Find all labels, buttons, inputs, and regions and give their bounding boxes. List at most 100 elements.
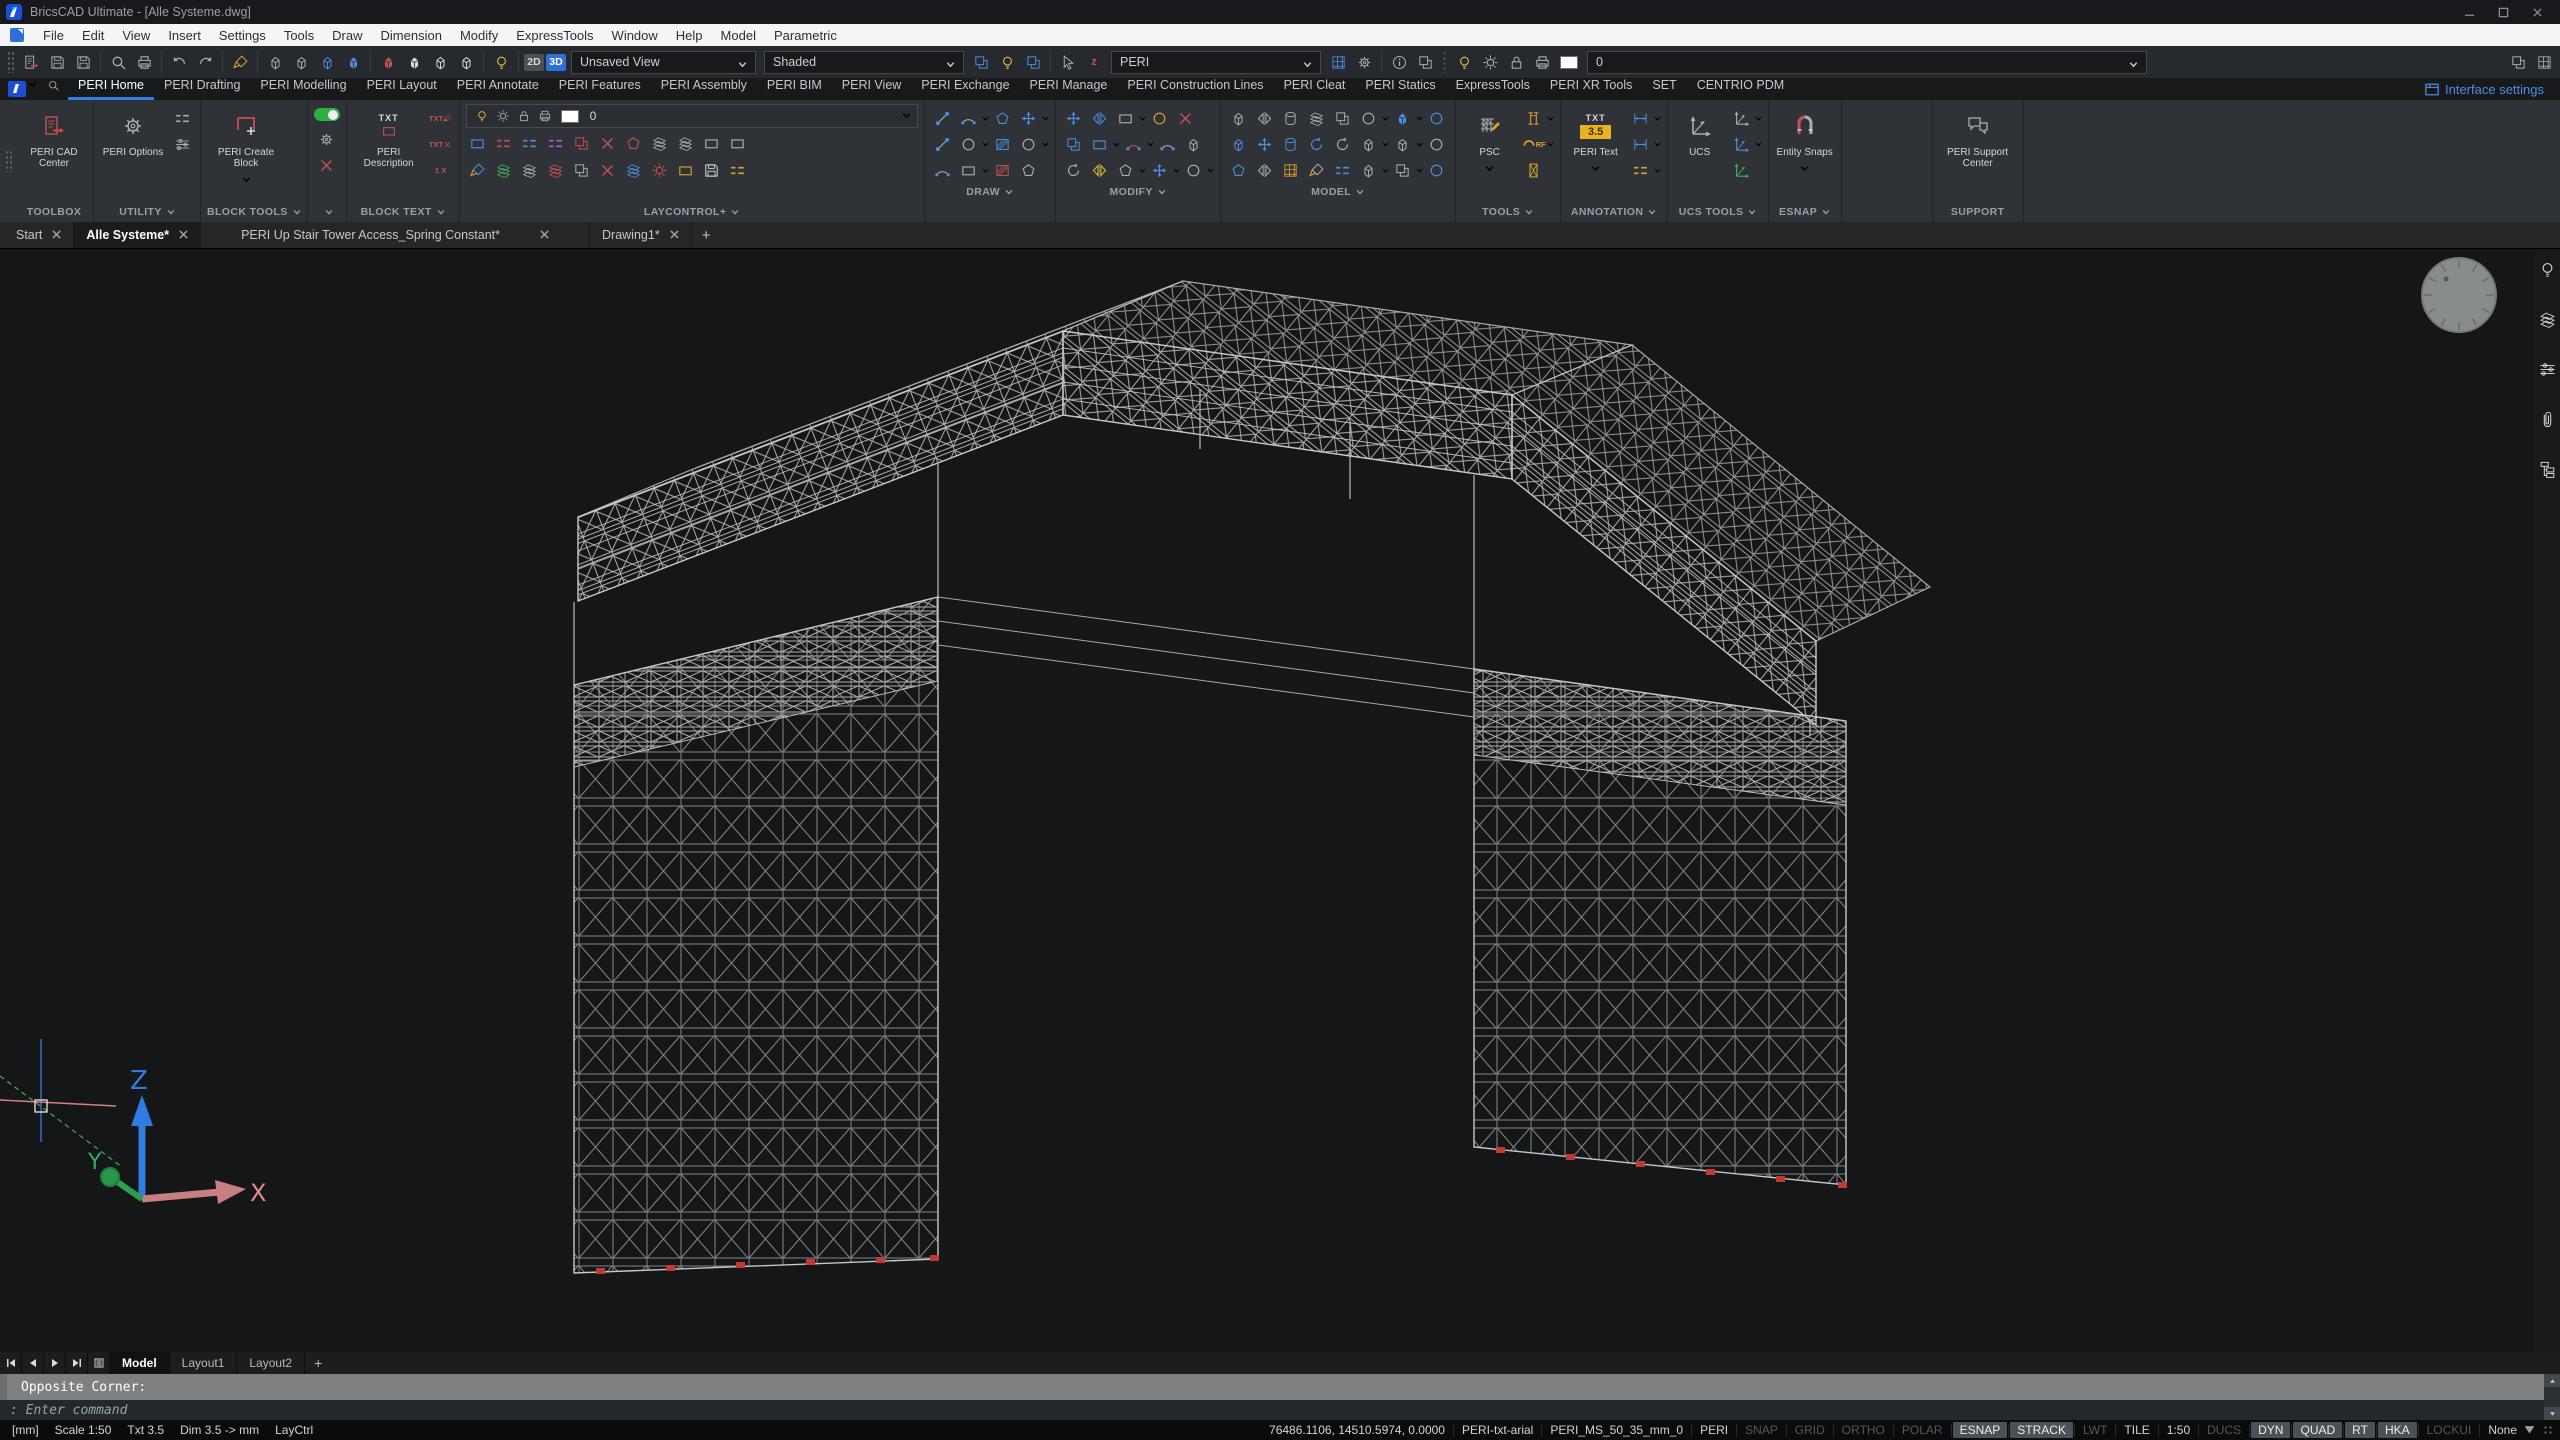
ribbon-layer-dropdown[interactable]: 0 [466,104,918,128]
draw-center-mark-icon[interactable] [1017,106,1041,130]
panel-collapse-icon[interactable] [2506,50,2530,74]
draw-hatch-circle-icon[interactable] [991,132,1015,156]
layer-state-icon[interactable] [622,158,646,182]
save-as-icon[interactable] [71,50,95,74]
menu-settings[interactable]: Settings [210,28,275,43]
txt-add-icon[interactable]: TXT [429,106,453,130]
peri-description-button[interactable]: TXT PERI Description [353,104,425,169]
ribbon-tab-peri-xr-tools[interactable]: PERI XR Tools [1540,75,1642,100]
toggle-scale[interactable]: 1:50 [2159,1423,2198,1437]
view-cube-shaded-icon[interactable] [315,50,339,74]
model-loft-icon[interactable] [1279,132,1303,156]
layer-dash-purple-icon[interactable] [544,131,568,155]
layer-snow-icon[interactable] [648,158,672,182]
minimize-button[interactable] [2452,1,2486,23]
toggle-grid[interactable]: GRID [1787,1423,1833,1437]
layer-plot-icon[interactable] [1530,50,1554,74]
attachments-paperclip-icon[interactable] [2535,407,2559,431]
model-viewport[interactable]: Z X Y [0,248,2560,1352]
toggle-rt[interactable]: RT [2345,1422,2375,1438]
ribbon-tab-peri-modelling[interactable]: PERI Modelling [250,75,356,100]
ribbon-tab-set[interactable]: SET [1642,75,1686,100]
menu-window[interactable]: Window [603,28,667,43]
ucs-entity-icon[interactable] [1730,132,1754,156]
command-scrollbar[interactable] [2544,1374,2560,1420]
settings-gear-icon[interactable] [1352,50,1376,74]
ribbon-tab-peri-home[interactable]: PERI Home [68,75,154,100]
layer-on-off-bulb-icon[interactable] [1452,50,1476,74]
z-axis-icon[interactable]: z [1082,50,1106,74]
draw-ray-icon[interactable] [931,132,955,156]
status-layctrl[interactable]: LayCtrl [267,1423,321,1437]
modify-move-icon[interactable] [1062,106,1086,130]
dim-leader-icon[interactable] [1629,132,1653,156]
layer-on-off-bulb-icon[interactable] [473,107,491,125]
ribbon-tab-expresstools[interactable]: ExpressTools [1446,75,1540,100]
layer-paint-icon[interactable] [466,158,490,182]
snap-target-icon[interactable] [315,127,339,151]
close-tab-icon[interactable] [52,228,61,242]
modify-stretch-icon[interactable] [1148,158,1172,182]
interface-settings-link[interactable]: Interface settings [2425,82,2544,97]
view-dropdown[interactable]: Unsaved View [571,51,756,74]
layer-color-swatch[interactable] [561,110,579,123]
status-workspace[interactable]: PERI [1692,1423,1736,1437]
toggle-strack[interactable]: STRACK [2010,1422,2073,1438]
model-torus-icon[interactable] [1305,106,1329,130]
ribbon-tab-peri-exchange[interactable]: PERI Exchange [911,75,1019,100]
modify-fillet-icon[interactable] [1122,132,1146,156]
layer-dropdown[interactable]: 0 [1587,51,2147,74]
layer-walk-icon[interactable] [570,158,594,182]
toggle-esnap[interactable]: ESNAP [1953,1422,2008,1438]
chevron-down-icon[interactable] [1139,161,1146,179]
solid-cube-red-icon[interactable] [376,50,400,74]
layer-doc-wrench-icon[interactable] [700,158,724,182]
toggle-polar[interactable]: POLAR [1894,1423,1951,1437]
wireframe-2d-badge[interactable]: 2D [524,54,544,71]
ucs-button[interactable]: UCS [1674,104,1726,158]
close-button[interactable] [2520,1,2554,23]
entity-snaps-button[interactable]: Entity Snaps [1775,104,1835,178]
view-cube-render-icon[interactable] [341,50,365,74]
draw-line-icon[interactable] [931,106,955,130]
light-cube-icon[interactable] [489,50,513,74]
modify-copy-icon[interactable] [1062,132,1086,156]
peri-text-button[interactable]: TXT 3.5 PERI Text [1567,104,1625,178]
utility-schedule-icon[interactable] [170,132,194,156]
ribbon-tab-peri-features[interactable]: PERI Features [549,75,651,100]
layer-off-icon[interactable] [1021,50,1045,74]
modify-erase-icon[interactable] [1174,106,1198,130]
app-menu-logo-icon[interactable] [8,81,26,97]
peri-cad-center-button[interactable]: PERI CAD Center [21,104,87,169]
layer-lock-icon[interactable] [515,107,533,125]
layers-panel-icon[interactable] [2535,307,2559,331]
layer-dash-blue-icon[interactable] [518,131,542,155]
modify-scale-icon[interactable] [1088,132,1112,156]
layer-color-swatch[interactable] [1560,56,1578,69]
model-union-icon[interactable] [1391,106,1415,130]
draw-ellipse-icon[interactable] [1017,132,1041,156]
layer-m-icon[interactable] [674,131,698,155]
txt-delete-icon[interactable]: TXT [429,132,453,156]
ribbon-tab-peri-assembly[interactable]: PERI Assembly [651,75,757,100]
menu-view[interactable]: View [113,28,159,43]
import-icon[interactable] [19,50,43,74]
chevron-down-icon[interactable] [1547,135,1554,153]
chevron-down-icon[interactable] [1654,109,1661,127]
block-toggle-switch[interactable] [314,108,340,121]
command-history[interactable]: Opposite Corner: [0,1374,2560,1400]
ribbon-tab-peri-bim[interactable]: PERI BIM [757,75,832,100]
layer-dash-red-icon[interactable] [492,131,516,155]
tools-rf-arc-icon[interactable]: RF [1522,132,1546,156]
chevron-down-icon[interactable] [1382,135,1389,153]
annotation-monitor-dropdown[interactable]: None [2480,1423,2525,1437]
ribbon-search-icon[interactable] [47,79,60,97]
model-wedge-icon[interactable] [1253,106,1277,130]
tools-panel-icon[interactable] [1522,158,1546,182]
layer-light-icon[interactable] [995,50,1019,74]
add-layout-button[interactable]: + [305,1352,331,1374]
modify-trim-icon[interactable] [1114,106,1138,130]
model-view-icon[interactable] [1357,158,1381,182]
ribbon-tab-peri-manage[interactable]: PERI Manage [1020,75,1118,100]
print-icon[interactable] [132,50,156,74]
